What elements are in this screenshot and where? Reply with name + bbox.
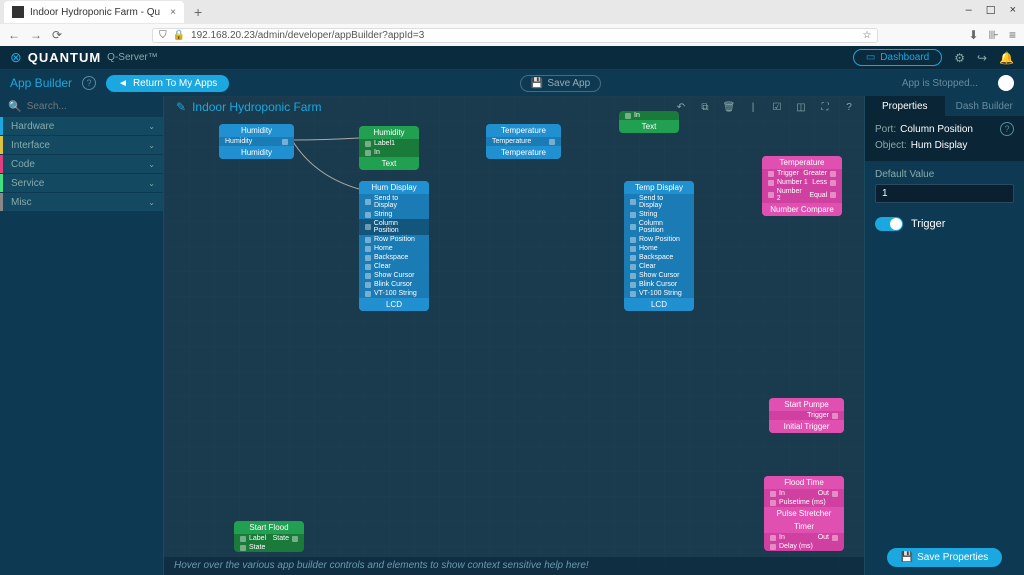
copy-icon[interactable]: ⧉ bbox=[698, 100, 712, 114]
node-text1[interactable]: Humidity Label1 In Text bbox=[359, 126, 419, 170]
node-start-flood[interactable]: Start Flood LabelState State bbox=[234, 521, 304, 552]
favicon bbox=[12, 6, 24, 18]
help-icon[interactable]: ? bbox=[1000, 122, 1014, 136]
default-value-input[interactable] bbox=[875, 184, 1014, 203]
close-tab-icon[interactable]: × bbox=[170, 7, 176, 18]
browser-tab[interactable]: Indoor Hydroponic Farm - Qu × bbox=[4, 1, 184, 23]
chevron-down-icon: ⌄ bbox=[148, 198, 155, 207]
node-flood-time[interactable]: Flood Time InOut Pulsetime (ms) Pulse St… bbox=[764, 476, 844, 551]
fullscreen-icon[interactable]: ⛶ bbox=[818, 100, 832, 114]
gear-icon[interactable]: ⚙ bbox=[954, 51, 965, 65]
bell-icon[interactable]: 🔔 bbox=[999, 51, 1014, 65]
sidebar-item-interface[interactable]: Interface⌄ bbox=[0, 136, 163, 154]
save-icon: 💾 bbox=[531, 78, 543, 89]
sidebar-item-misc[interactable]: Misc⌄ bbox=[0, 193, 163, 211]
search-icon: 🔍 bbox=[8, 100, 22, 113]
sidebar: 🔍 Hardware⌄ Interface⌄ Code⌄ Service⌄ Mi… bbox=[0, 96, 164, 575]
shield-icon: ⛉ bbox=[159, 30, 167, 41]
chevron-down-icon: ⌄ bbox=[148, 160, 155, 169]
node-humidity[interactable]: Humidity Humidity Humidity bbox=[219, 124, 294, 159]
edit-icon[interactable]: ✎ bbox=[176, 100, 186, 114]
node-temperature[interactable]: Temperature Temperature Temperature bbox=[486, 124, 561, 159]
page-title: App Builder bbox=[10, 76, 72, 90]
url-text: 192.168.20.23/admin/developer/appBuilder… bbox=[191, 30, 424, 41]
port-value: Column Position bbox=[900, 124, 973, 135]
default-value-label: Default Value bbox=[875, 169, 1014, 180]
back-button[interactable]: ← bbox=[8, 28, 20, 42]
chevron-down-icon: ⌄ bbox=[148, 141, 155, 150]
object-label: Object: bbox=[875, 140, 907, 151]
node-hum-display[interactable]: Hum Display Send to Display String Colum… bbox=[359, 181, 429, 311]
new-tab-button[interactable]: + bbox=[194, 4, 202, 20]
brand-sub: Q-Server™ bbox=[107, 52, 158, 63]
maximize-button[interactable]: ☐ bbox=[986, 4, 996, 17]
reload-button[interactable]: ⟳ bbox=[52, 28, 62, 42]
return-button[interactable]: ◄ Return To My Apps bbox=[106, 75, 229, 92]
save-icon: 💾 bbox=[901, 552, 913, 563]
chevron-down-icon: ⌄ bbox=[148, 122, 155, 131]
brand-name: QUANTUM bbox=[28, 50, 101, 65]
tab-dash-builder[interactable]: Dash Builder bbox=[945, 96, 1024, 116]
download-icon[interactable]: ⬇ bbox=[968, 28, 978, 42]
canvas-title: ✎ Indoor Hydroponic Farm bbox=[176, 100, 321, 114]
tab-title: Indoor Hydroponic Farm - Qu bbox=[30, 7, 160, 18]
dashboard-button[interactable]: ▭ Dashboard bbox=[853, 49, 942, 66]
crop-icon[interactable]: ◫ bbox=[794, 100, 808, 114]
check-icon[interactable]: ☑ bbox=[770, 100, 784, 114]
save-app-button[interactable]: 💾 Save App bbox=[520, 75, 601, 92]
node-number-compare[interactable]: Temperature TriggerGreater Number 1Less … bbox=[762, 156, 842, 216]
close-window-button[interactable]: × bbox=[1010, 4, 1016, 17]
search-box[interactable]: 🔍 bbox=[0, 96, 163, 117]
logout-icon[interactable]: ↪ bbox=[977, 51, 987, 65]
logo: ⊗ QUANTUM Q-Server™ bbox=[10, 49, 158, 66]
library-icon[interactable]: ⊪ bbox=[989, 28, 999, 42]
dashboard-icon: ▭ bbox=[866, 52, 875, 63]
node-temp-display[interactable]: Temp Display Send to Display String Colu… bbox=[624, 181, 694, 311]
menu-icon[interactable]: ≡ bbox=[1009, 28, 1016, 42]
star-icon[interactable]: ☆ bbox=[863, 30, 872, 41]
avatar[interactable] bbox=[998, 75, 1014, 91]
trigger-label: Trigger bbox=[911, 218, 945, 230]
object-value: Hum Display bbox=[911, 140, 968, 151]
lock-icon: 🔒 bbox=[173, 30, 185, 41]
properties-panel: Properties Dash Builder Port: Column Pos… bbox=[864, 96, 1024, 575]
sidebar-item-hardware[interactable]: Hardware⌄ bbox=[0, 117, 163, 135]
node-start-pumpe[interactable]: Start Pumpe Trigger Initial Trigger bbox=[769, 398, 844, 433]
chevron-down-icon: ⌄ bbox=[148, 179, 155, 188]
delete-icon[interactable]: 🗑 bbox=[722, 100, 736, 114]
trigger-toggle[interactable] bbox=[875, 217, 903, 231]
back-icon: ◄ bbox=[118, 78, 128, 89]
port-label: Port: bbox=[875, 124, 896, 135]
divider: | bbox=[746, 100, 760, 114]
save-properties-button[interactable]: 💾 Save Properties bbox=[887, 548, 1003, 567]
sidebar-item-service[interactable]: Service⌄ bbox=[0, 174, 163, 192]
canvas[interactable]: ✎ Indoor Hydroponic Farm ↶ ⧉ 🗑 | ☑ ◫ ⛶ ?… bbox=[164, 96, 864, 575]
help-bar: Hover over the various app builder contr… bbox=[164, 557, 864, 575]
help-icon[interactable]: ? bbox=[842, 100, 856, 114]
sidebar-item-code[interactable]: Code⌄ bbox=[0, 155, 163, 173]
forward-button[interactable]: → bbox=[30, 28, 42, 42]
minimize-button[interactable]: – bbox=[966, 4, 972, 17]
search-input[interactable] bbox=[27, 101, 159, 112]
help-icon[interactable]: ? bbox=[82, 76, 96, 90]
app-status: App is Stopped... bbox=[902, 78, 978, 89]
logo-icon: ⊗ bbox=[10, 49, 22, 66]
tab-properties[interactable]: Properties bbox=[865, 96, 945, 116]
url-input[interactable]: ⛉ 🔒 192.168.20.23/admin/developer/appBui… bbox=[152, 28, 878, 43]
node-text2[interactable]: In Text bbox=[619, 111, 679, 133]
